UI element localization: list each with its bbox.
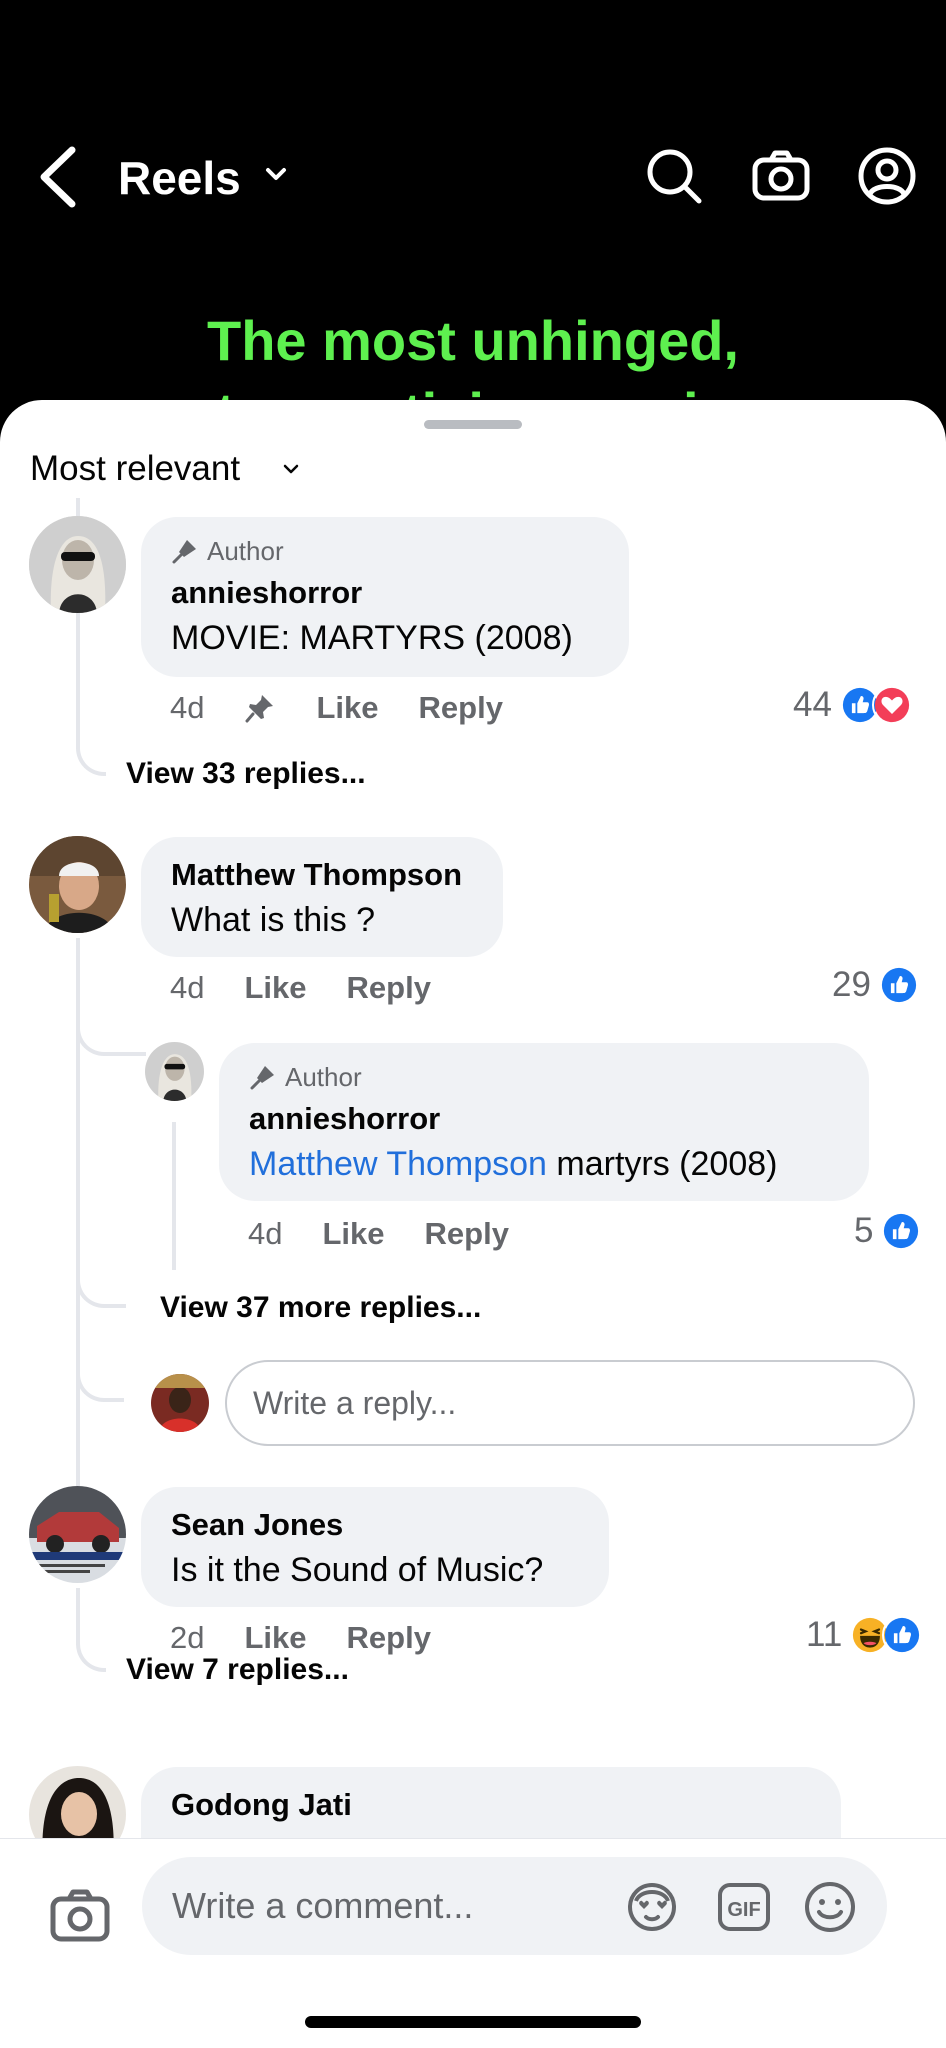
comment-text: What is this ?: [171, 901, 376, 939]
comment-actions: 4d Like Reply: [170, 968, 471, 1008]
comment-bubble[interactable]: Sean Jones Is it the Sound of Music?: [141, 1487, 609, 1607]
comment-author-name[interactable]: annieshorror: [171, 573, 599, 613]
comment-text: MOVIE: MARTYRS (2008): [171, 619, 573, 657]
thread-line: [76, 1360, 124, 1402]
reaction-summary[interactable]: 29: [832, 963, 919, 1007]
reels-title[interactable]: Reels: [118, 150, 241, 206]
back-arrow-icon[interactable]: [34, 144, 82, 210]
avatar[interactable]: [145, 1042, 204, 1101]
thread-line: [76, 1588, 106, 1672]
reply-actions: 4d Like Reply: [248, 1214, 549, 1254]
reels-comments-screen: Reels The most unhinged, traumatising mo…: [0, 0, 946, 2048]
avatar-sticker-icon[interactable]: [624, 1879, 680, 1935]
sheet-grabber[interactable]: [424, 420, 522, 429]
reply-author-name[interactable]: annieshorror: [249, 1099, 839, 1139]
profile-icon[interactable]: [857, 146, 917, 206]
like-button[interactable]: Like: [244, 968, 306, 1008]
like-button[interactable]: Like: [322, 1214, 384, 1254]
comment-time: 4d: [170, 690, 205, 725]
comment-composer: Write a comment... GIF: [0, 1838, 946, 2048]
comments-sheet: Most relevant Author annieshorror MOVIE:…: [0, 400, 946, 2048]
reply-button[interactable]: Reply: [347, 1618, 431, 1658]
reply-text-body: martyrs (2008): [546, 1145, 778, 1183]
gif-icon[interactable]: GIF: [716, 1879, 772, 1935]
camera-icon[interactable]: [48, 1883, 112, 1947]
reply-button[interactable]: Reply: [425, 1214, 509, 1254]
microphone-icon: [250, 1066, 274, 1090]
sort-dropdown[interactable]: Most relevant: [30, 446, 240, 492]
author-label: Author: [207, 536, 284, 566]
avatar[interactable]: [29, 836, 126, 933]
camera-icon[interactable]: [751, 146, 811, 206]
author-badge: Author: [249, 1061, 839, 1093]
avatar[interactable]: [29, 1486, 126, 1583]
view-more-replies-link[interactable]: View 37 more replies...: [160, 1288, 481, 1328]
author-label: Author: [285, 1062, 362, 1092]
like-reaction-icon: [878, 965, 919, 1005]
comment-bubble[interactable]: Author annieshorror MOVIE: MARTYRS (2008…: [141, 517, 629, 677]
reply-text: Matthew Thompson martyrs (2008): [249, 1141, 839, 1187]
video-caption-line: The most unhinged,: [207, 309, 739, 372]
comment-text: Is it the Sound of Music?: [171, 1551, 544, 1589]
top-bar: Reels: [0, 130, 946, 226]
view-replies-link[interactable]: View 33 replies...: [126, 754, 366, 794]
like-reaction-icon: [881, 1211, 922, 1251]
love-reaction-icon: [871, 685, 912, 725]
comment-input[interactable]: Write a comment... GIF: [142, 1857, 887, 1955]
thread-line: [76, 980, 146, 1056]
thread-line: [172, 1122, 176, 1270]
reaction-count: 11: [806, 1615, 843, 1654]
reaction-summary[interactable]: 11: [806, 1613, 923, 1657]
mention-link[interactable]: Matthew Thompson: [249, 1145, 547, 1183]
reply-time: 4d: [248, 1216, 283, 1251]
reaction-summary[interactable]: 5: [854, 1209, 922, 1253]
search-icon[interactable]: [644, 146, 704, 206]
microphone-icon: [172, 540, 196, 564]
like-reaction-icon: [882, 1615, 923, 1655]
comment-author-name[interactable]: Sean Jones: [171, 1505, 579, 1545]
svg-text:GIF: GIF: [727, 1899, 760, 1921]
thread-line: [76, 1260, 126, 1308]
pin-icon: [245, 695, 274, 723]
comment-author-name[interactable]: Matthew Thompson: [171, 855, 473, 895]
reaction-count: 5: [854, 1211, 874, 1250]
reply-bubble[interactable]: Author annieshorror Matthew Thompson mar…: [219, 1043, 869, 1201]
chevron-down-icon[interactable]: [262, 160, 290, 188]
author-badge: Author: [171, 535, 599, 567]
view-replies-link[interactable]: View 7 replies...: [126, 1650, 349, 1690]
comment-time: 4d: [170, 970, 205, 1005]
reply-button[interactable]: Reply: [419, 688, 503, 728]
comment-author-name[interactable]: Godong Jati: [171, 1785, 811, 1825]
emoji-icon[interactable]: [802, 1879, 858, 1935]
chevron-down-icon[interactable]: [282, 460, 300, 478]
comment-actions: 4d Like Reply: [170, 688, 543, 728]
like-button[interactable]: Like: [316, 688, 378, 728]
reaction-count: 29: [832, 965, 871, 1004]
comment-placeholder: Write a comment...: [172, 1885, 474, 1926]
comment-bubble[interactable]: Matthew Thompson What is this ?: [141, 837, 503, 957]
reply-input[interactable]: Write a reply...: [225, 1360, 915, 1446]
reaction-count: 44: [793, 685, 832, 724]
avatar[interactable]: [29, 516, 126, 613]
home-indicator: [305, 2016, 641, 2028]
reply-button[interactable]: Reply: [347, 968, 431, 1008]
reaction-summary[interactable]: 44: [793, 683, 912, 727]
current-user-avatar: [151, 1374, 209, 1432]
